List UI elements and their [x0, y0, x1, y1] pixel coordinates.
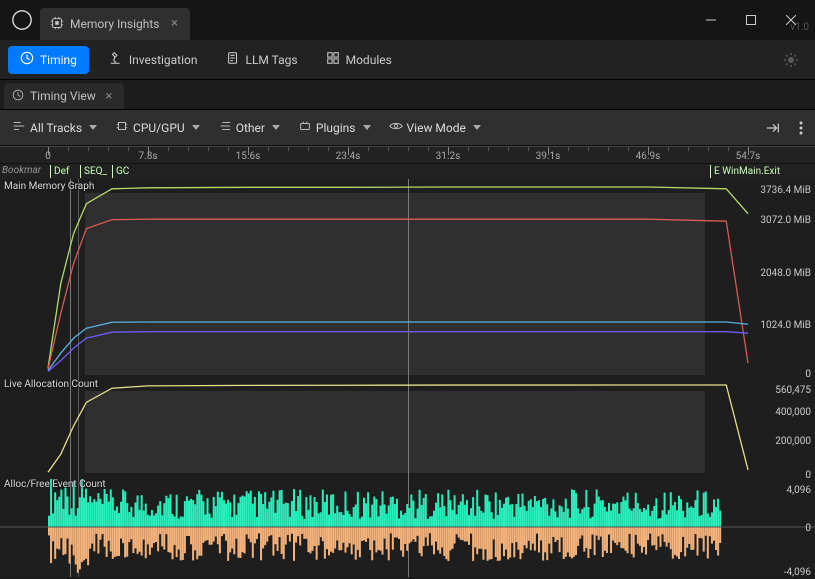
other-dropdown[interactable]: Other — [212, 115, 286, 140]
eye-icon — [389, 119, 403, 136]
bookmark-marker[interactable]: GC — [112, 165, 132, 178]
tracks-icon — [12, 119, 26, 136]
view-mode-dropdown[interactable]: View Mode — [383, 115, 487, 140]
settings-sun-button[interactable] — [775, 46, 807, 74]
live-alloc-track-title: Live Allocation Count — [4, 379, 98, 390]
main-tab[interactable]: Memory Insights × — [40, 8, 190, 40]
all-tracks-dropdown[interactable]: All Tracks — [6, 115, 103, 140]
clock-icon — [20, 51, 34, 68]
bookmark-marker[interactable]: E WinMain.Exit — [710, 165, 783, 178]
modules-button[interactable]: Modules — [318, 46, 400, 74]
view-mode-label: View Mode — [407, 121, 466, 135]
plugin-icon — [298, 119, 312, 136]
cpu-gpu-dropdown[interactable]: CPU/GPU — [109, 115, 206, 140]
other-label: Other — [236, 121, 265, 135]
main-tab-title: Memory Insights — [70, 17, 160, 31]
minimize-button[interactable] — [691, 5, 731, 35]
graph-area[interactable]: Main Memory Graph Live Allocation Count … — [0, 179, 815, 577]
bookmark-track-label: Bookmar — [2, 165, 41, 176]
sub-tab-bar: Timing View × — [0, 80, 815, 110]
close-tab-button[interactable]: × — [168, 16, 182, 30]
bookmark-strip[interactable]: Bookmar Def SEQ_GC E WinMain.Exit — [0, 164, 815, 179]
track-options-bar: All Tracks CPU/GPU Other Plugins View Mo… — [0, 110, 815, 146]
all-tracks-label: All Tracks — [30, 121, 82, 135]
modules-label: Modules — [346, 53, 392, 67]
main-memory-chart — [0, 179, 815, 377]
timing-view-tab[interactable]: Timing View × — [4, 83, 124, 109]
cpu-icon — [115, 119, 129, 136]
llm-tags-label: LLM Tags — [246, 53, 298, 67]
bookmark-marker[interactable]: Def — [50, 165, 72, 178]
memory-chip-icon — [50, 16, 64, 33]
notes-icon — [226, 51, 240, 68]
clock-icon — [12, 89, 24, 104]
live-alloc-chart — [0, 377, 815, 477]
time-ruler[interactable]: 07.8s15.6s23.4s31.2s39.1s46.9s54.7s — [0, 146, 815, 164]
alloc-free-track-title: Alloc/Free Event Count — [4, 479, 106, 490]
bookmark-marker[interactable]: SEQ_ — [80, 165, 110, 178]
alloc-free-chart — [0, 479, 815, 579]
plugins-dropdown[interactable]: Plugins — [292, 115, 377, 140]
maximize-button[interactable] — [731, 5, 771, 35]
microscope-icon — [109, 51, 123, 68]
investigation-label: Investigation — [129, 53, 198, 67]
timing-tab-button[interactable]: Timing — [8, 46, 89, 74]
title-bar: Memory Insights × v1.0 — [0, 0, 815, 40]
main-memory-track-title: Main Memory Graph — [4, 181, 94, 192]
llm-tags-button[interactable]: LLM Tags — [218, 46, 306, 74]
cpu-gpu-label: CPU/GPU — [133, 121, 185, 135]
app-logo — [8, 6, 36, 34]
close-subtab-button[interactable]: × — [102, 89, 116, 103]
main-toolbar: Timing Investigation LLM Tags Modules — [0, 40, 815, 80]
timing-label: Timing — [40, 53, 77, 67]
investigation-button[interactable]: Investigation — [101, 46, 206, 74]
layers-icon — [218, 119, 232, 136]
timing-view-label: Timing View — [30, 89, 96, 103]
grid-icon — [326, 51, 340, 68]
version-label: v1.0 — [790, 22, 809, 33]
more-button[interactable] — [793, 117, 809, 139]
plugins-label: Plugins — [316, 121, 356, 135]
dock-button[interactable] — [759, 117, 787, 139]
